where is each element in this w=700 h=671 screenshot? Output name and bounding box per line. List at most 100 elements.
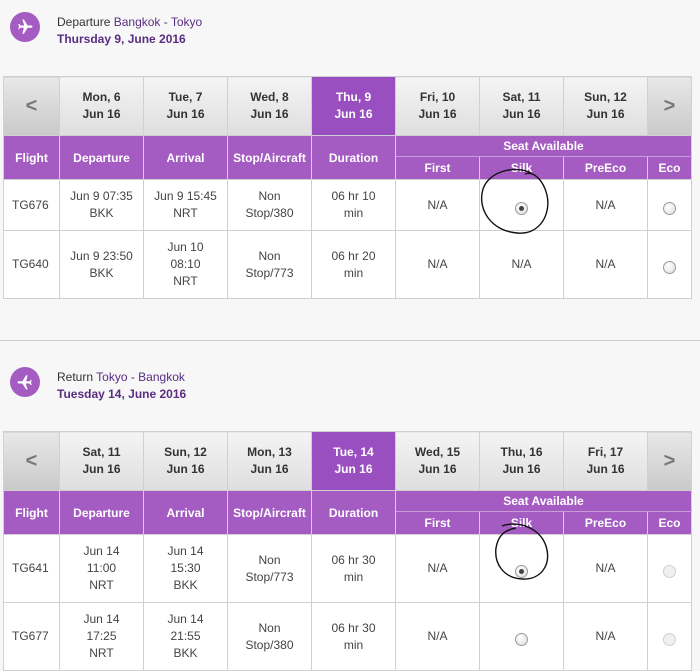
col-header-stop: Stop/Aircraft — [227, 490, 312, 535]
departure-cell: Jun 9 23:50 BKK — [59, 230, 144, 299]
date-tab-selected[interactable]: Tue, 14 Jun 16 — [311, 431, 396, 491]
col-header-first: First — [395, 156, 480, 180]
duration-cell: 06 hr 20 min — [311, 230, 396, 299]
col-header-seat-available: Seat Available — [395, 135, 692, 157]
eco-radio-disabled[interactable] — [663, 633, 676, 646]
col-header-duration: Duration — [311, 135, 396, 180]
stop-cell: Non Stop/773 — [227, 230, 312, 299]
eco-radio-disabled[interactable] — [663, 565, 676, 578]
date-tab[interactable]: Sat, 11 Jun 16 — [59, 431, 144, 491]
airplane-icon — [10, 367, 40, 397]
route-label: Departure — [57, 15, 111, 29]
eco-radio[interactable] — [663, 201, 676, 215]
date-tab[interactable]: Fri, 17 Jun 16 — [563, 431, 648, 491]
fare-silk — [479, 534, 564, 603]
fare-eco — [647, 602, 692, 671]
fare-silk: N/A — [479, 230, 564, 299]
fare-first: N/A — [395, 534, 480, 603]
fare-preeco: N/A — [563, 534, 648, 603]
departure-cell: Jun 14 17:25 NRT — [59, 602, 144, 671]
fare-eco — [647, 534, 692, 603]
prev-dates-button[interactable]: < — [3, 431, 60, 491]
col-header-seat-available: Seat Available — [395, 490, 692, 512]
fare-eco — [647, 179, 692, 231]
table-row: TG640 Jun 9 23:50 BKK Jun 10 08:10 NRT Non S… — [3, 230, 692, 299]
date-tab[interactable]: Sun, 12 Jun 16 — [563, 76, 648, 136]
date-tab[interactable]: Tue, 7 Jun 16 — [143, 76, 228, 136]
col-header-flight: Flight — [3, 135, 60, 180]
fare-first: N/A — [395, 230, 480, 299]
route-cities: Tokyo - Bangkok — [96, 370, 185, 384]
fare-preeco: N/A — [563, 179, 648, 231]
date-tab[interactable]: Fri, 10 Jun 16 — [395, 76, 480, 136]
arrival-cell: Jun 9 15:45 NRT — [143, 179, 228, 231]
route-label: Return — [57, 370, 94, 384]
next-dates-button[interactable]: > — [647, 431, 692, 491]
stop-cell: Non Stop/773 — [227, 534, 312, 603]
flight-number: TG677 — [3, 602, 60, 671]
fare-silk — [479, 179, 564, 231]
date-tab[interactable]: Mon, 13 Jun 16 — [227, 431, 312, 491]
route-date: Thursday 9, June 2016 — [57, 32, 186, 46]
col-header-departure: Departure — [59, 135, 144, 180]
duration-cell: 06 hr 30 min — [311, 602, 396, 671]
date-tab[interactable]: Sun, 12 Jun 16 — [143, 431, 228, 491]
stop-cell: Non Stop/380 — [227, 179, 312, 231]
flight-number: TG641 — [3, 534, 60, 603]
table-row: TG641 Jun 14 11:00 NRT Jun 14 15:30 BKK Non S… — [3, 534, 692, 603]
column-header-row: Flight Departure Arrival Stop/Aircraft D… — [3, 490, 692, 535]
flight-number: TG640 — [3, 230, 60, 299]
eco-radio[interactable] — [663, 261, 676, 274]
fare-first: N/A — [395, 179, 480, 231]
silk-radio-selected[interactable] — [515, 201, 528, 215]
arrival-cell: Jun 10 08:10 NRT — [143, 230, 228, 299]
col-header-eco: Eco — [647, 511, 692, 535]
date-selector-row: < Sat, 11 Jun 16 Sun, 12 Jun 16 Mon, 13 Jun… — [3, 431, 692, 491]
table-row: TG677 Jun 14 17:25 NRT Jun 14 21:55 BKK Non S… — [3, 602, 692, 671]
col-header-arrival: Arrival — [143, 490, 228, 535]
departure-cell: Jun 14 11:00 NRT — [59, 534, 144, 603]
col-header-duration: Duration — [311, 490, 396, 535]
arrival-cell: Jun 14 21:55 BKK — [143, 602, 228, 671]
arrival-cell: Jun 14 15:30 BKK — [143, 534, 228, 603]
date-tab[interactable]: Mon, 6 Jun 16 — [59, 76, 144, 136]
flight-number: TG676 — [3, 179, 60, 231]
date-tab[interactable]: Thu, 16 Jun 16 — [479, 431, 564, 491]
next-dates-button[interactable]: > — [647, 76, 692, 136]
fare-eco — [647, 230, 692, 299]
departure-flight-table: < Mon, 6 Jun 16 Tue, 7 Jun 16 Wed, 8 Jun 16… — [3, 76, 692, 299]
duration-cell: 06 hr 30 min — [311, 534, 396, 603]
table-row: TG676 Jun 9 07:35 BKK Jun 9 15:45 NRT Non S… — [3, 179, 692, 231]
return-flight-table: < Sat, 11 Jun 16 Sun, 12 Jun 16 Mon, 13 Jun… — [3, 431, 692, 671]
fare-silk — [479, 602, 564, 671]
date-tab-selected[interactable]: Thu, 9 Jun 16 — [311, 76, 396, 136]
fare-first: N/A — [395, 602, 480, 671]
col-header-first: First — [395, 511, 480, 535]
silk-radio[interactable] — [515, 633, 528, 646]
prev-dates-button[interactable]: < — [3, 76, 60, 136]
silk-radio-selected[interactable] — [515, 565, 528, 578]
airplane-icon — [10, 12, 40, 42]
date-tab[interactable]: Sat, 11 Jun 16 — [479, 76, 564, 136]
departure-cell: Jun 9 07:35 BKK — [59, 179, 144, 231]
stop-cell: Non Stop/380 — [227, 602, 312, 671]
col-header-silk: Silk — [479, 511, 564, 535]
fare-preeco: N/A — [563, 230, 648, 299]
route-cities: Bangkok - Tokyo — [113, 15, 203, 29]
col-header-silk: Silk — [479, 156, 564, 180]
col-header-arrival: Arrival — [143, 135, 228, 180]
duration-cell: 06 hr 10 min — [311, 179, 396, 231]
col-header-preeco: PreEco — [563, 511, 648, 535]
col-header-stop: Stop/Aircraft — [227, 135, 312, 180]
date-tab[interactable]: Wed, 15 Jun 16 — [395, 431, 480, 491]
date-tab[interactable]: Wed, 8 Jun 16 — [227, 76, 312, 136]
col-header-departure: Departure — [59, 490, 144, 535]
route-date: Tuesday 14, June 2016 — [57, 387, 187, 401]
fare-preeco: N/A — [563, 602, 648, 671]
col-header-flight: Flight — [3, 490, 60, 535]
col-header-preeco: PreEco — [563, 156, 648, 180]
section-divider — [0, 340, 700, 341]
col-header-eco: Eco — [647, 156, 692, 180]
date-selector-row: < Mon, 6 Jun 16 Tue, 7 Jun 16 Wed, 8 Jun 16… — [3, 76, 692, 136]
column-header-row: Flight Departure Arrival Stop/Aircraft D… — [3, 135, 692, 180]
